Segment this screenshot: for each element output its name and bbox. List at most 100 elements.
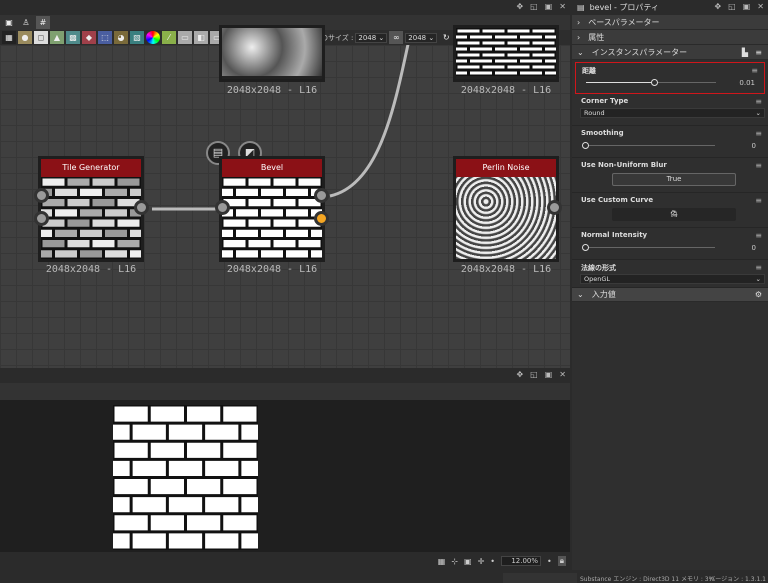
section-inputs[interactable]: ⌄ 入力値 ⚙ [572, 288, 768, 302]
param-corner-type: Corner Type ≡ Round ⌄ [572, 94, 768, 126]
param-normal-intensity: Normal Intensity ≡ 0 [572, 228, 768, 260]
center-icon[interactable]: ✛ [478, 557, 485, 566]
corner-type-dropdown[interactable]: Round ⌄ [580, 108, 765, 118]
height-select[interactable]: 2048 ⌄ [405, 32, 438, 43]
maximize-icon[interactable]: ▣ [743, 2, 751, 11]
param-menu-icon[interactable]: ≡ [755, 196, 762, 205]
input-port[interactable] [215, 200, 230, 215]
width-select[interactable]: 2048 ⌄ [355, 32, 388, 43]
color-node-icon[interactable] [146, 31, 160, 44]
input-port[interactable] [34, 188, 49, 203]
float-icon[interactable]: ◱ [530, 2, 538, 11]
levels-node-icon[interactable]: ▲ [50, 31, 64, 44]
link-icon[interactable]: ∞ [389, 31, 404, 44]
zoom-input[interactable]: 12.00% [501, 556, 542, 566]
smoothing-slider[interactable] [582, 142, 715, 149]
close-icon[interactable]: ✕ [757, 2, 764, 11]
slider-knob[interactable] [650, 79, 658, 86]
param-label: 距離 [582, 67, 596, 75]
pin-icon[interactable]: ✥ [516, 2, 523, 11]
texture-preview[interactable] [113, 405, 258, 550]
properties-panel: ▤ bevel - プロパティ ✥ ◱ ▣ ✕ › ベースパラメーター › 属性 ⌄… [572, 0, 768, 570]
warp-node-icon[interactable]: ◕ [114, 31, 128, 44]
chevron-right-icon: › [577, 32, 581, 42]
2d-view-panel: ✥ ◱ ▣ ✕ ▦ ⊹ ▣ ✛ • 12.00% • 🔒︎ [0, 368, 570, 570]
node-top-noise[interactable] [219, 25, 325, 82]
section-label: ベースパラメーター [588, 17, 660, 27]
maximize-icon[interactable]: ▣ [545, 370, 553, 379]
input-node-icon[interactable]: ▭ [178, 31, 192, 44]
filter-node-icon[interactable]: ▧ [130, 31, 144, 44]
blend-node-icon[interactable]: ◻ [34, 31, 48, 44]
param-menu-icon[interactable]: ≡ [755, 263, 762, 272]
reset-icon[interactable]: ↻ [439, 31, 453, 44]
brush-icon[interactable]: ♙ [19, 16, 33, 29]
chevron-down-icon: ⌄ [577, 290, 584, 299]
section-attributes[interactable]: › 属性 [572, 30, 768, 45]
pin-icon[interactable]: ✥ [714, 2, 721, 11]
grid-snap-icon[interactable]: # [36, 16, 50, 29]
gear-icon[interactable]: ⚙ [755, 290, 762, 299]
output-port[interactable] [134, 200, 149, 215]
output-port-selected[interactable] [314, 211, 329, 226]
zoom-in-icon[interactable]: • [547, 557, 552, 566]
slider-fill [586, 82, 654, 83]
fill-node-icon[interactable]: ◆ [82, 31, 96, 44]
node-top-bricks[interactable] [453, 25, 559, 82]
pin-icon[interactable]: ✥ [516, 370, 523, 379]
node-title: Perlin Noise [456, 159, 556, 177]
connection-bevel-up [329, 45, 410, 198]
param-value[interactable]: 0.01 [739, 79, 755, 87]
frame-icon[interactable]: ▣ [2, 16, 16, 29]
node-perlin-noise[interactable]: Perlin Noise [453, 156, 559, 262]
float-icon[interactable]: ◱ [530, 370, 538, 379]
slider-knob[interactable] [582, 142, 589, 149]
param-value[interactable]: 0 [752, 142, 756, 150]
param-menu-icon[interactable]: ≡ [755, 161, 762, 170]
noise-node-icon[interactable]: ▦ [2, 31, 16, 44]
drop-node-icon[interactable]: ● [18, 31, 32, 44]
output-node-icon[interactable]: ◧ [194, 31, 208, 44]
non-uniform-blur-toggle[interactable]: True [612, 173, 736, 186]
section-base-params[interactable]: › ベースパラメーター [572, 15, 768, 30]
close-icon[interactable]: ✕ [559, 370, 566, 379]
param-label: Use Non-Uniform Blur [581, 161, 667, 169]
slider-knob[interactable] [582, 244, 589, 251]
fit-icon[interactable]: ▣ [464, 557, 472, 566]
output-port[interactable] [314, 188, 329, 203]
float-icon[interactable]: ◱ [728, 2, 736, 11]
close-icon[interactable]: ✕ [559, 2, 566, 11]
lock-icon[interactable]: 🔒︎ [557, 556, 566, 566]
normal-intensity-slider[interactable] [582, 244, 715, 251]
param-value[interactable]: 0 [752, 244, 756, 252]
graph-canvas[interactable]: 2048x2048 - L16 2048x2048 - L16 Tile Gen… [0, 25, 570, 368]
maximize-icon[interactable]: ▣ [545, 2, 553, 11]
param-menu-icon[interactable]: ≡ [751, 66, 758, 75]
transform-node-icon[interactable]: ⬚ [98, 31, 112, 44]
param-normal-format: 法線の形式 ≡ OpenGL ⌄ [572, 260, 768, 288]
dropdown-value: Round [584, 109, 605, 117]
preset-icon[interactable]: ▙ [742, 48, 748, 57]
param-custom-curve: Use Custom Curve ≡ 偽 [572, 193, 768, 228]
node-tile-generator[interactable]: Tile Generator [38, 156, 144, 262]
dropdown-value: OpenGL [584, 275, 611, 283]
viewer-toolbar [0, 383, 570, 400]
section-instance-params[interactable]: ⌄ インスタンスパラメーター ▙ ≡ [572, 45, 768, 60]
param-menu-icon[interactable]: ≡ [755, 231, 762, 240]
distance-slider[interactable] [586, 79, 716, 86]
gizmo-icon[interactable]: ⊹ [451, 557, 458, 566]
output-port[interactable] [547, 200, 562, 215]
custom-curve-toggle[interactable]: 偽 [612, 208, 736, 221]
node-bevel[interactable]: Bevel [219, 156, 325, 262]
graph-panel-header: ✥ ◱ ▣ ✕ [0, 0, 570, 15]
param-menu-icon[interactable]: ≡ [755, 97, 762, 106]
menu-icon[interactable]: ≡ [755, 48, 762, 57]
input-port[interactable] [34, 211, 49, 226]
zoom-out-icon[interactable]: • [490, 557, 495, 566]
section-label: 属性 [588, 32, 605, 42]
pattern-node-icon[interactable]: ▩ [66, 31, 80, 44]
grid-icon[interactable]: ▦ [438, 557, 446, 566]
normal-format-dropdown[interactable]: OpenGL ⌄ [580, 274, 765, 284]
param-menu-icon[interactable]: ≡ [755, 129, 762, 138]
gradient-node-icon[interactable]: ⁄ [162, 31, 176, 44]
